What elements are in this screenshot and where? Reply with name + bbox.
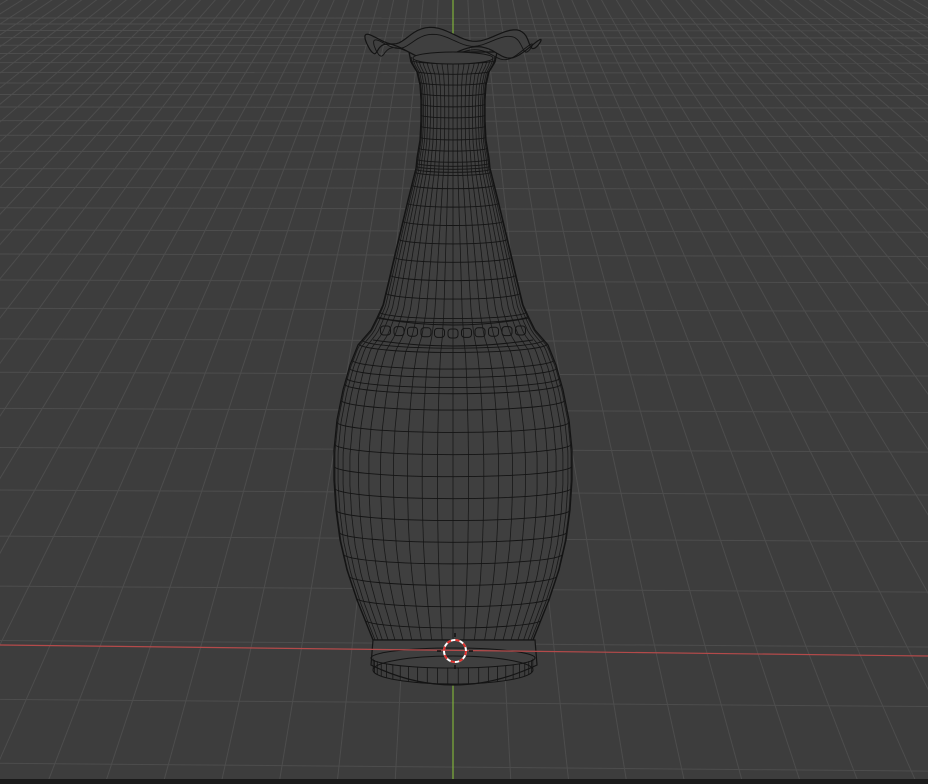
vase-object[interactable]: [333, 26, 573, 686]
vase-mouth: [412, 51, 494, 65]
grid-line: [0, 762, 928, 772]
grid-line: [0, 698, 928, 708]
3d-viewport[interactable]: [0, 0, 928, 784]
viewport-canvas[interactable]: [0, 0, 928, 784]
viewport-bottom-border: [0, 779, 928, 784]
